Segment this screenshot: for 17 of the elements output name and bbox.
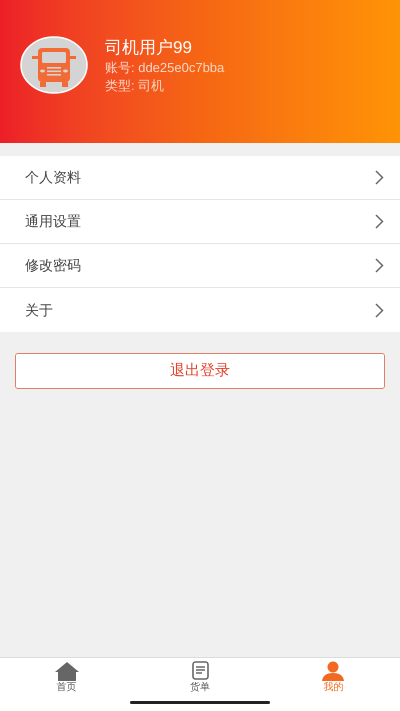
account-id: 账号: dde25e0c7bba [105, 59, 224, 77]
chevron-right-icon [375, 258, 384, 273]
menu-item[interactable]: 个人资料 [0, 156, 400, 200]
logout-button[interactable]: 退出登录 [15, 353, 385, 389]
menu-item[interactable]: 修改密码 [0, 244, 400, 288]
chevron-right-icon [375, 214, 384, 229]
chevron-right-icon [375, 302, 384, 318]
truck-avatar-icon [20, 36, 88, 94]
menu-item[interactable]: 关于 [0, 288, 400, 332]
tab[interactable]: 首页 [0, 661, 134, 694]
tab[interactable]: 货单 [133, 661, 267, 694]
menu-item[interactable]: 通用设置 [0, 200, 400, 244]
chevron-right-icon [375, 170, 384, 185]
home-icon [54, 661, 80, 681]
user-type: 类型: 司机 [105, 77, 166, 95]
user-name: 司机用户99 [105, 37, 193, 59]
person-icon [320, 661, 346, 681]
